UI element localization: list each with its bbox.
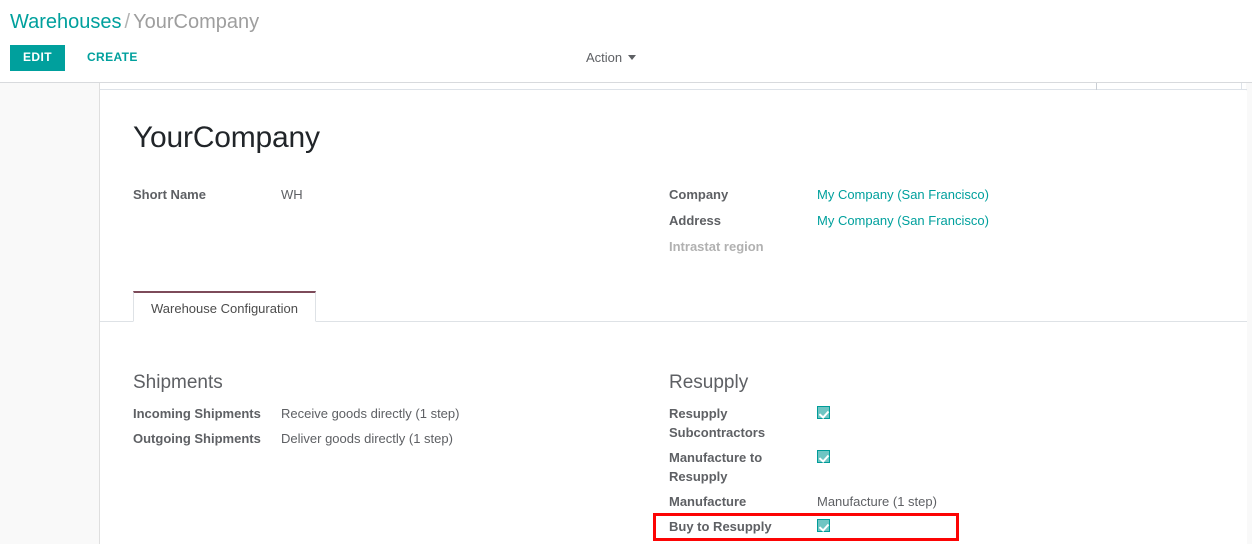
create-button[interactable]: CREATE [77,45,148,71]
chevron-down-icon [628,55,636,60]
field-row-company: Company My Company (San Francisco) [669,186,1189,204]
field-value-short-name[interactable]: WH [281,186,303,204]
breadcrumb-current-record: YourCompany [133,11,259,33]
control-panel: Warehouses/YourCompany EDIT CREATE Actio… [0,0,1252,83]
field-value-company[interactable]: My Company (San Francisco) [817,186,989,204]
field-row-intrastat-region: Intrastat region [669,238,1189,256]
checkbox-resupply-subcontractors[interactable] [817,406,830,419]
field-value-manufacture-to-resupply [817,448,830,463]
tab-warehouse-configuration[interactable]: Warehouse Configuration [133,291,316,322]
form-sheet-container: YourCompany Short Name WH Company My Com… [99,83,1246,544]
field-label-resupply-subcontractors: Resupply Subcontractors [669,404,817,442]
sheet-top-strip-right-edge [1241,83,1242,90]
section-title-shipments: Shipments [133,371,653,395]
field-label-buy-to-resupply: Buy to Resupply [669,517,817,536]
field-row-resupply-subcontractors: Resupply Subcontractors [669,404,1189,442]
field-label-outgoing-shipments: Outgoing Shipments [133,429,281,448]
notebook: Warehouse Configuration Shipments Incomi… [100,291,1247,322]
field-label-incoming-shipments: Incoming Shipments [133,404,281,423]
field-label-manufacture: Manufacture [669,492,817,511]
field-label-address: Address [669,212,817,230]
page-title: YourCompany [133,121,320,155]
field-label-intrastat-region: Intrastat region [669,238,817,256]
field-label-short-name: Short Name [133,186,281,204]
field-value-manufacture[interactable]: Manufacture (1 step) [817,492,937,511]
field-row-manufacture: Manufacture Manufacture (1 step) [669,492,1189,511]
field-row-buy-to-resupply: Buy to Resupply [669,517,1189,536]
action-button-row: EDIT CREATE [10,45,148,71]
checkbox-buy-to-resupply[interactable] [817,519,830,532]
breadcrumb: Warehouses/YourCompany [10,9,259,35]
field-group-right: Company My Company (San Francisco) Addre… [669,186,1189,264]
field-row-outgoing-shipments: Outgoing Shipments Deliver goods directl… [133,429,653,448]
field-label-manufacture-to-resupply: Manufacture to Resupply [669,448,817,486]
form-sheet: YourCompany Short Name WH Company My Com… [100,91,1247,544]
section-shipments: Shipments Incoming Shipments Receive goo… [133,371,653,454]
sheet-top-strip-divider [1096,83,1097,90]
field-value-address[interactable]: My Company (San Francisco) [817,212,989,230]
field-group-left: Short Name WH [133,186,653,212]
field-row-short-name: Short Name WH [133,186,653,204]
field-value-resupply-subcontractors [817,404,830,419]
field-label-company: Company [669,186,817,204]
breadcrumb-link-warehouses[interactable]: Warehouses [10,11,122,33]
field-row-incoming-shipments: Incoming Shipments Receive goods directl… [133,404,653,423]
action-dropdown[interactable]: Action [586,50,636,65]
checkbox-manufacture-to-resupply[interactable] [817,450,830,463]
sheet-top-strip [100,83,1247,90]
section-resupply: Resupply Resupply Subcontractors Manufac… [669,371,1189,544]
notebook-tab-bar: Warehouse Configuration [100,291,1247,322]
field-row-manufacture-to-resupply: Manufacture to Resupply [669,448,1189,486]
section-title-resupply: Resupply [669,371,1189,395]
field-value-outgoing-shipments[interactable]: Deliver goods directly (1 step) [281,429,453,448]
field-row-address: Address My Company (San Francisco) [669,212,1189,230]
page-body: YourCompany Short Name WH Company My Com… [0,83,1252,544]
breadcrumb-separator: / [122,11,134,33]
edit-button[interactable]: EDIT [10,45,65,71]
field-value-buy-to-resupply [817,517,830,532]
action-dropdown-label: Action [586,50,622,65]
field-value-incoming-shipments[interactable]: Receive goods directly (1 step) [281,404,459,423]
